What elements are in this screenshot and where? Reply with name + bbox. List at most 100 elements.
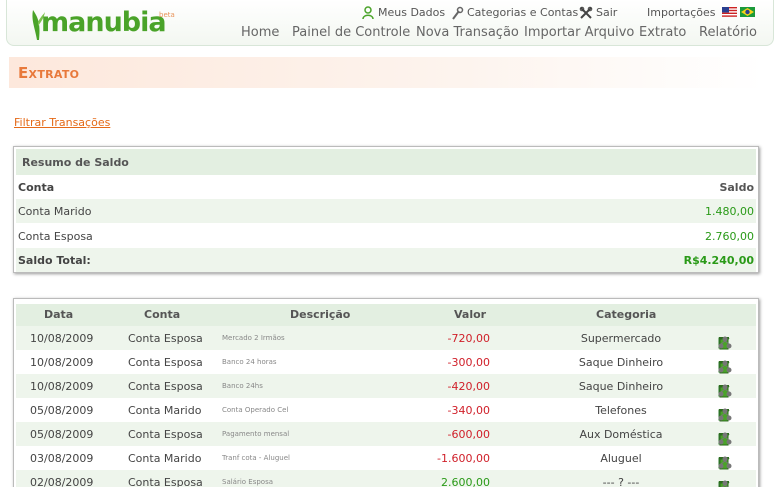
nav-home[interactable]: Home <box>241 25 279 40</box>
balance-total-row: Saldo Total: R$4.240,00 <box>16 248 756 272</box>
row-description: Banco 24 horas <box>222 358 277 366</box>
brand-tag: beta <box>159 11 175 19</box>
categorias-link[interactable]: Categorias e Contas <box>450 5 578 20</box>
row-account: Conta Marido <box>128 452 202 465</box>
row-actions <box>718 473 758 487</box>
nav-painel-de-controle[interactable]: Painel de Controle <box>292 25 410 40</box>
row-category: --- ? --- <box>602 476 640 487</box>
importacoes-link[interactable]: Importações <box>647 5 716 20</box>
table-row: 05/08/2009 Conta Esposa Pagamento mensal -6… <box>16 422 756 446</box>
balance-summary-panel: Resumo de Saldo Conta Saldo Conta Marido… <box>13 146 759 273</box>
balance-col-account: Conta <box>18 181 55 194</box>
row-value: -1.600,00 <box>437 452 490 465</box>
split-icon[interactable] <box>718 431 732 446</box>
sair-label: Sair <box>596 6 618 19</box>
filter-transactions-link[interactable]: Filtrar Transações <box>14 116 110 129</box>
logo[interactable]: manubia beta <box>29 4 179 42</box>
row-category: Aluguel <box>600 452 642 465</box>
split-icon[interactable] <box>718 335 732 350</box>
row-description: Pagamento mensal <box>222 430 290 438</box>
row-value: -340,00 <box>447 404 490 417</box>
row-description: Conta Operado Cel <box>222 406 289 414</box>
user-icon <box>362 5 374 19</box>
row-actions <box>718 401 758 422</box>
sair-link[interactable]: Sair <box>579 5 617 20</box>
balance-value: 2.760,00 <box>705 230 754 243</box>
balance-account: Conta Esposa <box>18 230 93 243</box>
br-flag-icon[interactable] <box>740 7 755 17</box>
row-account: Conta Esposa <box>128 356 203 369</box>
row-description: Banco 24hs <box>222 382 263 390</box>
nav-importar-arquivo[interactable]: Importar Arquivo <box>524 25 634 40</box>
row-date: 10/08/2009 <box>30 356 94 369</box>
col-description[interactable]: Descrição <box>290 308 350 321</box>
row-category: Saque Dinheiro <box>578 380 664 393</box>
nav-extrato[interactable]: Extrato <box>639 25 686 40</box>
balance-account: Conta Marido <box>18 205 92 218</box>
row-date: 10/08/2009 <box>30 380 94 393</box>
row-value: 2.600,00 <box>441 476 490 487</box>
row-account: Conta Esposa <box>128 428 203 441</box>
page-title: Extrato <box>18 64 80 82</box>
top-links: Meus Dados Categorias e Contas Sair Impo… <box>358 5 758 21</box>
col-category[interactable]: Categoria <box>596 308 656 321</box>
table-row: 10/08/2009 Conta Esposa Mercado 2 Irmãos -7… <box>16 326 756 350</box>
col-account[interactable]: Conta <box>144 308 180 321</box>
split-icon[interactable] <box>718 383 732 398</box>
row-category: Aux Doméstica <box>579 428 663 441</box>
row-value: -300,00 <box>447 356 490 369</box>
us-flag-icon[interactable] <box>722 7 737 17</box>
nav-relatorio[interactable]: Relatório <box>699 25 757 40</box>
split-icon[interactable] <box>718 455 732 470</box>
split-icon[interactable] <box>718 359 732 374</box>
balance-row: Conta Esposa 2.760,00 <box>16 224 756 248</box>
col-date[interactable]: Data <box>44 308 73 321</box>
row-actions <box>718 377 758 398</box>
row-value: -420,00 <box>447 380 490 393</box>
row-actions <box>718 425 758 446</box>
exit-icon <box>579 6 593 19</box>
row-description: Tranf cota - Aluguel <box>222 454 290 462</box>
split-icon[interactable] <box>718 407 732 422</box>
row-category: Telefones <box>595 404 647 417</box>
main-nav: Home Painel de Controle Nova Transação I… <box>241 25 780 43</box>
importacoes-label: Importações <box>647 6 716 19</box>
balance-header-row: Conta Saldo <box>16 175 756 199</box>
categorias-label: Categorias e Contas <box>467 6 579 19</box>
brand-name: manubia <box>41 7 167 38</box>
row-date: 03/08/2009 <box>30 452 94 465</box>
row-actions <box>718 449 758 470</box>
balance-value: 1.480,00 <box>705 205 754 218</box>
nav-nova-transacao[interactable]: Nova Transação <box>416 25 519 40</box>
table-row: 03/08/2009 Conta Marido Tranf cota - Alugu… <box>16 446 756 470</box>
row-value: -720,00 <box>447 332 490 345</box>
row-date: 10/08/2009 <box>30 332 94 345</box>
row-value: -600,00 <box>447 428 490 441</box>
row-actions <box>718 353 758 374</box>
col-value[interactable]: Valor <box>454 308 486 321</box>
wrench-icon <box>452 6 464 20</box>
table-row: 05/08/2009 Conta Marido Conta Operado Cel -… <box>16 398 756 422</box>
transactions-panel: Data Conta Descrição Valor Categoria 10/… <box>13 298 759 487</box>
row-category: Supermercado <box>580 332 662 345</box>
page-title-bar: Extrato <box>9 57 764 88</box>
row-description: Salário Esposa <box>222 478 274 486</box>
row-description: Mercado 2 Irmãos <box>222 334 285 342</box>
table-row: 10/08/2009 Conta Esposa Banco 24hs -420,00 S… <box>16 374 756 398</box>
header: manubia beta Meus Dados Categorias e Con… <box>6 0 774 46</box>
balance-total-value: R$4.240,00 <box>683 254 754 267</box>
balance-heading: Resumo de Saldo <box>16 149 756 175</box>
transactions-header: Data Conta Descrição Valor Categoria <box>16 304 756 326</box>
balance-col-balance: Saldo <box>719 181 754 194</box>
row-date: 05/08/2009 <box>30 428 94 441</box>
row-account: Conta Esposa <box>128 476 203 487</box>
meus-dados-link[interactable]: Meus Dados <box>361 5 445 20</box>
row-actions <box>718 329 758 350</box>
split-icon[interactable] <box>718 479 730 487</box>
table-row: 02/08/2009 Conta Esposa Salário Esposa 2.60… <box>16 470 756 487</box>
row-account: Conta Esposa <box>128 380 203 393</box>
meus-dados-label: Meus Dados <box>378 6 446 19</box>
row-date: 02/08/2009 <box>30 476 94 487</box>
row-date: 05/08/2009 <box>30 404 94 417</box>
table-row: 10/08/2009 Conta Esposa Banco 24 horas -300… <box>16 350 756 374</box>
